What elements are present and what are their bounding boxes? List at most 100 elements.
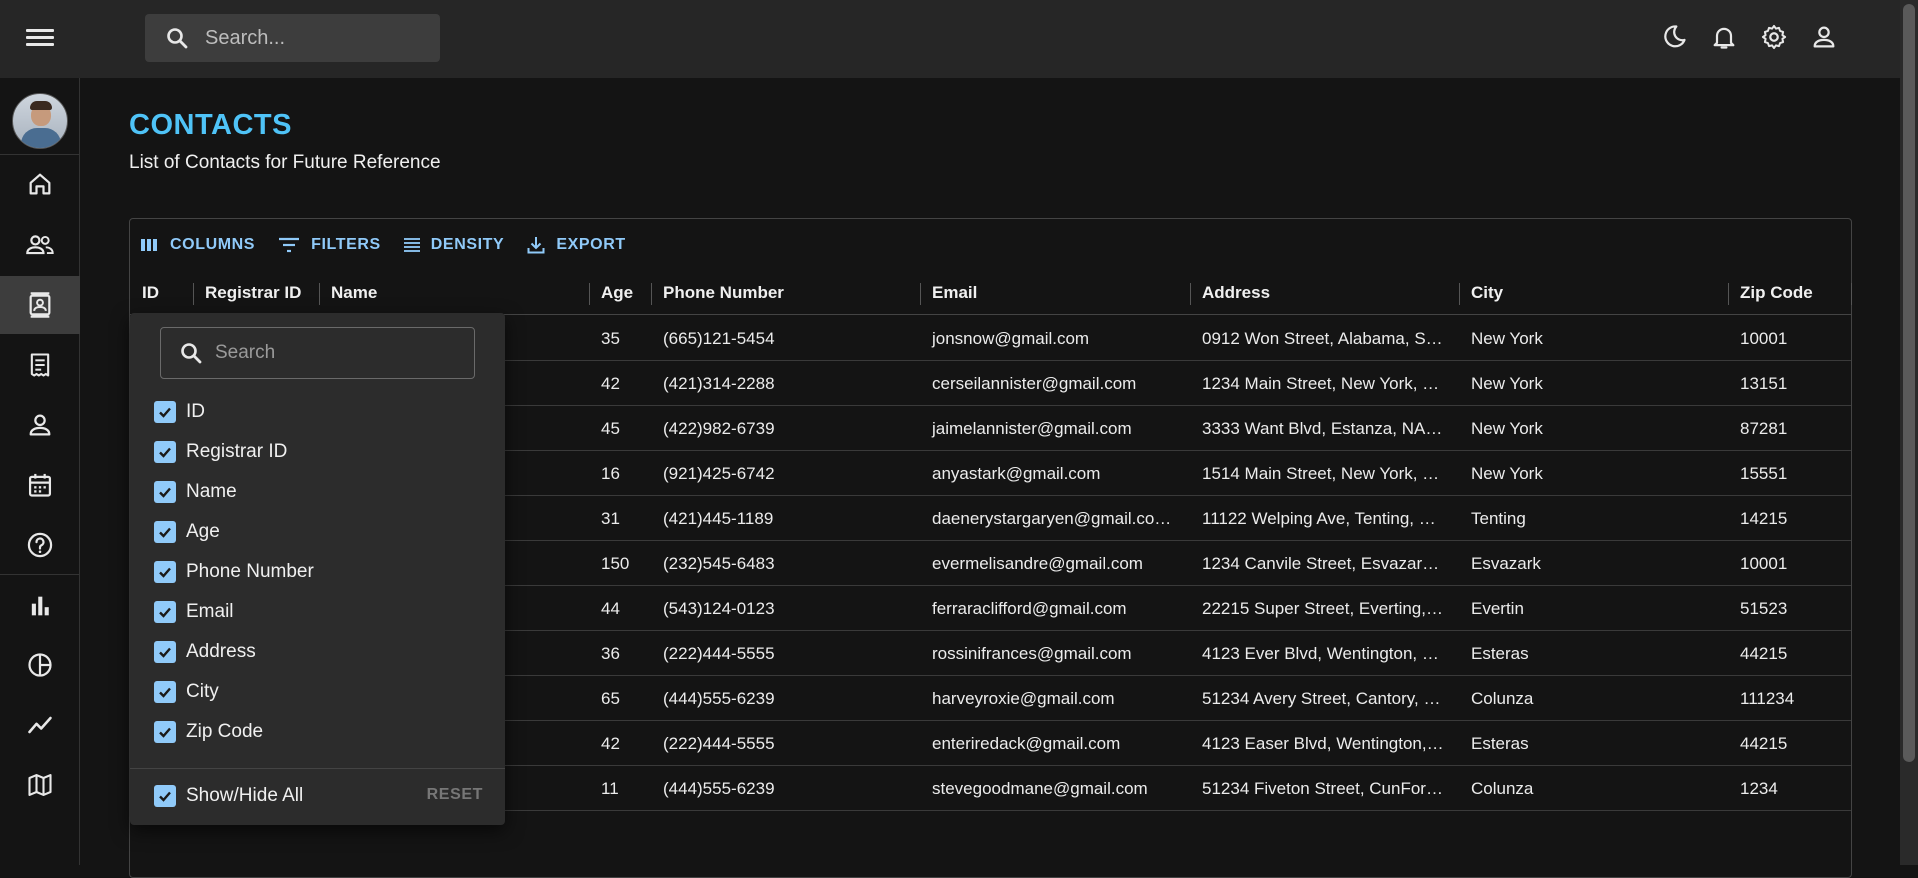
export-button[interactable]: EXPORT [526,233,625,257]
cell-email[interactable]: cerseilannister@gmail.com [920,361,1190,406]
cell-address[interactable]: 51234 Fiveton Street, CunFor… [1190,766,1459,811]
filters-button[interactable]: FILTERS [277,233,381,257]
column-toggle[interactable]: Phone Number [154,557,314,587]
column-toggle[interactable]: Age [154,517,220,547]
account-icon[interactable] [1810,22,1838,52]
header-email[interactable]: Email [920,271,1190,315]
reset-button[interactable]: RESET [427,786,483,804]
cell-address[interactable]: 11122 Welping Ave, Tenting, … [1190,496,1459,541]
cell-email[interactable]: enteriredack@gmail.com [920,721,1190,766]
sidebar-item-team[interactable] [0,216,80,274]
column-search-input[interactable] [215,338,455,368]
column-toggle[interactable]: Name [154,477,237,507]
cell-address[interactable]: 3333 Want Blvd, Estanza, NA… [1190,406,1459,451]
cell-age[interactable]: 42 [589,721,651,766]
cell-zip[interactable]: 13151 [1728,361,1851,406]
cell-phone[interactable]: (444)555-6239 [651,676,920,721]
cell-city[interactable]: Evertin [1459,586,1728,631]
cell-zip[interactable]: 10001 [1728,541,1851,586]
header-city[interactable]: City [1459,271,1728,315]
cell-phone[interactable]: (421)314-2288 [651,361,920,406]
cell-zip[interactable]: 1234 [1728,766,1851,811]
checkbox-checked-icon[interactable] [154,401,176,423]
cell-city[interactable]: Esvazark [1459,541,1728,586]
cell-zip[interactable]: 10001 [1728,316,1851,361]
checkbox-checked-icon[interactable] [154,481,176,503]
sidebar-item-invoices[interactable] [0,336,80,394]
cell-age[interactable]: 31 [589,496,651,541]
header-registrar-id[interactable]: Registrar ID [193,271,319,315]
cell-address[interactable]: 0912 Won Street, Alabama, S… [1190,316,1459,361]
cell-city[interactable]: New York [1459,361,1728,406]
cell-phone[interactable]: (222)444-5555 [651,631,920,676]
sidebar-item-geography[interactable] [0,756,80,814]
column-separator[interactable] [1851,283,1852,305]
cell-age[interactable]: 42 [589,361,651,406]
header-age[interactable]: Age [589,271,651,315]
sidebar-item-bar-chart[interactable] [0,577,80,635]
checkbox-checked-icon[interactable] [154,521,176,543]
show-hide-all-toggle[interactable]: Show/Hide All [154,781,303,811]
cell-email[interactable]: rossinifrances@gmail.com [920,631,1190,676]
cell-phone[interactable]: (232)545-6483 [651,541,920,586]
column-toggle[interactable]: ID [154,397,205,427]
checkbox-checked-icon[interactable] [154,441,176,463]
menu-icon[interactable] [26,26,54,50]
cell-email[interactable]: harveyroxie@gmail.com [920,676,1190,721]
cell-address[interactable]: 51234 Avery Street, Cantory, … [1190,676,1459,721]
search-input[interactable] [205,22,425,54]
checkbox-checked-icon[interactable] [154,641,176,663]
density-button[interactable]: DENSITY [403,233,505,257]
cell-address[interactable]: 1234 Main Street, New York, … [1190,361,1459,406]
sidebar-item-calendar[interactable] [0,456,80,514]
checkbox-checked-icon[interactable] [154,561,176,583]
cell-zip[interactable]: 51523 [1728,586,1851,631]
cell-age[interactable]: 16 [589,451,651,496]
cell-city[interactable]: New York [1459,316,1728,361]
checkbox-checked-icon[interactable] [154,721,176,743]
cell-address[interactable]: 1234 Canvile Street, Esvazar… [1190,541,1459,586]
sidebar-item-home[interactable] [0,155,80,213]
checkbox-checked-icon[interactable] [154,601,176,623]
cell-zip[interactable]: 111234 [1728,676,1851,721]
cell-city[interactable]: Colunza [1459,676,1728,721]
header-zip-code[interactable]: Zip Code [1728,271,1851,315]
cell-email[interactable]: daenerystargaryen@gmail.co… [920,496,1190,541]
cell-age[interactable]: 44 [589,586,651,631]
cell-phone[interactable]: (921)425-6742 [651,451,920,496]
cell-age[interactable]: 11 [589,766,651,811]
header-phone[interactable]: Phone Number [651,271,920,315]
settings-icon[interactable] [1760,22,1788,52]
checkbox-checked-icon[interactable] [154,681,176,703]
cell-address[interactable]: 4123 Ever Blvd, Wentington, … [1190,631,1459,676]
column-search-box[interactable] [160,327,475,379]
header-id[interactable]: ID [130,271,193,315]
column-toggle[interactable]: Zip Code [154,717,263,747]
cell-phone[interactable]: (444)555-6239 [651,766,920,811]
cell-zip[interactable]: 14215 [1728,496,1851,541]
sidebar-item-pie-chart[interactable] [0,636,80,694]
cell-phone[interactable]: (422)982-6739 [651,406,920,451]
cell-city[interactable]: New York [1459,406,1728,451]
cell-city[interactable]: Esteras [1459,721,1728,766]
checkbox-checked-icon[interactable] [154,785,176,807]
cell-zip[interactable]: 87281 [1728,406,1851,451]
cell-phone[interactable]: (421)445-1189 [651,496,920,541]
cell-age[interactable]: 35 [589,316,651,361]
cell-city[interactable]: Colunza [1459,766,1728,811]
page-scrollbar[interactable] [1900,0,1918,865]
cell-zip[interactable]: 15551 [1728,451,1851,496]
sidebar-item-profile[interactable] [0,396,80,454]
cell-age[interactable]: 36 [589,631,651,676]
cell-city[interactable]: Tenting [1459,496,1728,541]
cell-address[interactable]: 4123 Easer Blvd, Wentington,… [1190,721,1459,766]
cell-email[interactable]: anyastark@gmail.com [920,451,1190,496]
cell-age[interactable]: 65 [589,676,651,721]
cell-email[interactable]: jaimelannister@gmail.com [920,406,1190,451]
column-toggle[interactable]: Registrar ID [154,437,287,467]
cell-city[interactable]: Esteras [1459,631,1728,676]
cell-zip[interactable]: 44215 [1728,721,1851,766]
search-box[interactable] [145,14,440,62]
cell-zip[interactable]: 44215 [1728,631,1851,676]
column-toggle[interactable]: Email [154,597,234,627]
